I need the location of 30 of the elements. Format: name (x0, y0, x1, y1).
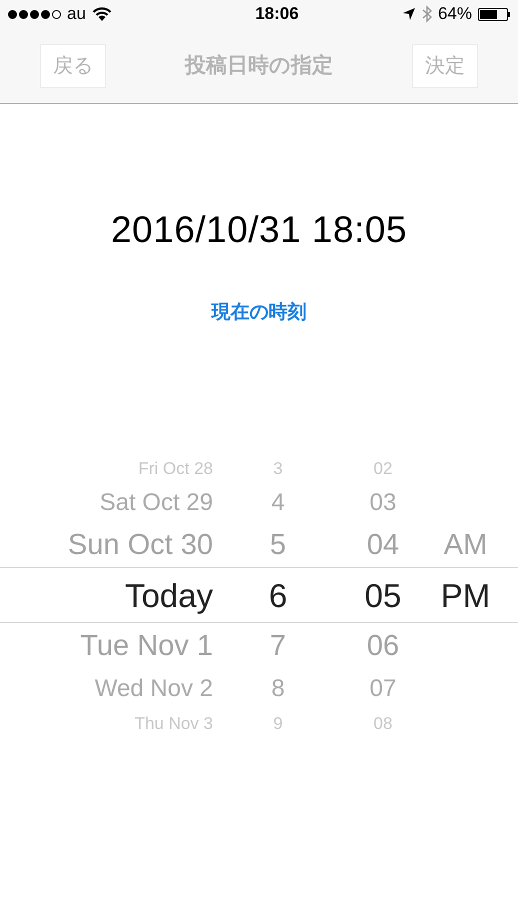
date-option[interactable]: Sun Oct 30 (68, 530, 213, 560)
wifi-icon (92, 6, 112, 22)
nav-title: 投稿日時の指定 (185, 52, 333, 79)
hour-option[interactable]: 4 (271, 490, 285, 515)
minute-option[interactable]: 03 (370, 490, 396, 515)
am-pm-option[interactable]: PM (440, 579, 490, 612)
signal-icon (8, 10, 61, 18)
date-time-text: 2016/10/31 18:05 (110, 208, 408, 252)
minute-option[interactable]: 07 (370, 677, 396, 702)
hour-option[interactable]: 5 (270, 530, 286, 560)
back-button[interactable]: 戻る (40, 44, 106, 88)
bluetooth-icon (422, 5, 432, 23)
hour-option[interactable]: 8 (271, 677, 285, 702)
date-option[interactable]: Tue Nov 1 (80, 632, 213, 662)
clock-text: 18:06 (254, 3, 299, 26)
minute-option[interactable]: 06 (366, 632, 400, 662)
location-arrow-icon (402, 7, 416, 21)
date-option[interactable]: Wed Nov 2 (94, 677, 213, 702)
am-pm-option[interactable]: AM (444, 530, 488, 560)
battery-percent-text: 64% (438, 3, 472, 26)
done-button[interactable]: 決定 (412, 44, 478, 88)
minute-option[interactable]: 04 (366, 530, 400, 560)
hour-option[interactable]: 7 (270, 632, 286, 662)
date-option[interactable]: Sat Oct 29 (100, 490, 213, 515)
date-option[interactable]: Today (124, 579, 213, 612)
hour-option[interactable]: 6 (268, 579, 288, 612)
carrier-text: au (67, 3, 86, 26)
current-time-link[interactable]: 現在の時刻 (212, 300, 306, 322)
minute-option[interactable]: 05 (364, 579, 402, 612)
battery-icon (478, 8, 510, 20)
